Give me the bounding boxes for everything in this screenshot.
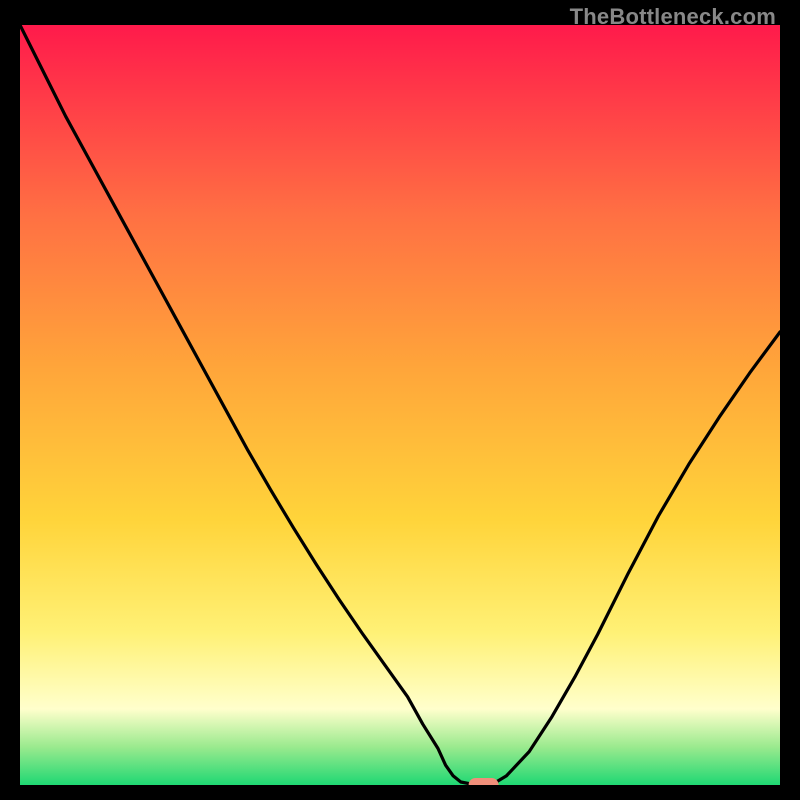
chart-frame: TheBottleneck.com [0, 0, 800, 800]
plot-area [20, 25, 780, 785]
chart-svg [20, 25, 780, 785]
watermark-text: TheBottleneck.com [570, 4, 776, 30]
optimal-marker [469, 778, 499, 785]
gradient-background [20, 25, 780, 785]
